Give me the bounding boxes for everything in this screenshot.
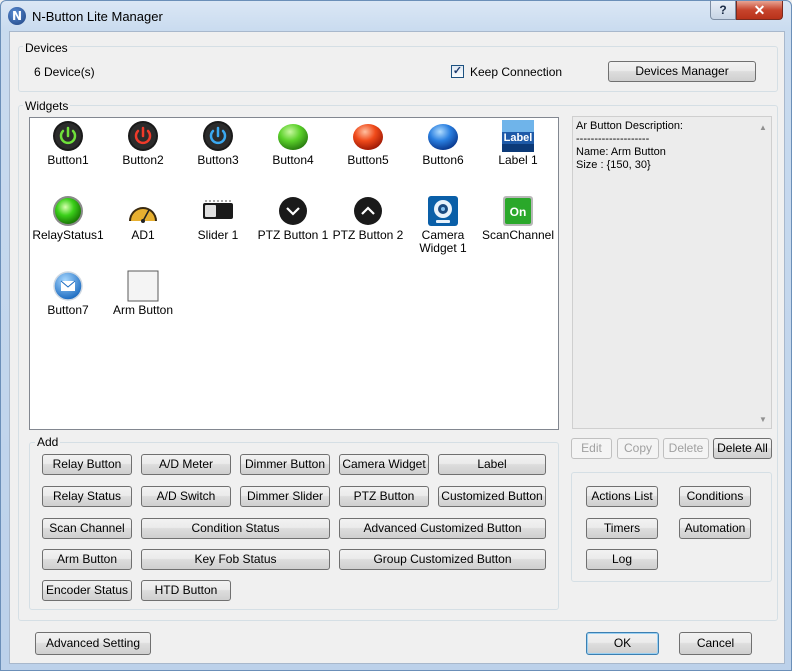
app-logo-icon: N: [8, 7, 26, 25]
add-camera-widget-button[interactable]: Camera Widget: [339, 454, 429, 475]
edit-button[interactable]: Edit: [571, 438, 612, 459]
widget-label: PTZ Button 2: [332, 228, 404, 242]
chevron-down-icon: [279, 197, 307, 225]
help-button[interactable]: ?: [710, 1, 736, 20]
add-ad-meter-button[interactable]: A/D Meter: [141, 454, 231, 475]
webcam-icon: [428, 196, 458, 226]
add-key-fob-status-button[interactable]: Key Fob Status: [141, 549, 330, 570]
device-count: 6 Device(s): [34, 65, 95, 79]
automation-button[interactable]: Automation: [679, 518, 751, 539]
widget-label: PTZ Button 1: [257, 228, 329, 242]
red-orb-icon: [353, 124, 383, 150]
add-dimmer-button[interactable]: Dimmer Button: [240, 454, 330, 475]
widget-label: Button2: [122, 153, 164, 167]
widget-description-panel: Ar Button Description: -----------------…: [572, 116, 772, 429]
add-ptz-button[interactable]: PTZ Button: [339, 486, 429, 507]
copy-button[interactable]: Copy: [617, 438, 659, 459]
gauge-icon: [129, 207, 157, 223]
description-line: --------------------: [576, 133, 650, 145]
add-group-label: Add: [35, 435, 61, 449]
log-button[interactable]: Log: [586, 549, 658, 570]
mail-icon: [53, 271, 83, 301]
cancel-button[interactable]: Cancel: [679, 632, 752, 655]
on-switch-text: On: [510, 205, 527, 219]
actions-list-button[interactable]: Actions List: [586, 486, 658, 507]
close-button[interactable]: ✕: [736, 1, 783, 20]
green-orb-icon: [278, 124, 308, 150]
power-green-icon: [53, 121, 83, 151]
widget-label: Button6: [422, 153, 464, 167]
power-blue-icon: [203, 121, 233, 151]
widgets-group-label: Widgets: [23, 99, 71, 113]
keep-connection-label[interactable]: Keep Connection: [470, 65, 562, 79]
description-scrollbar[interactable]: ▲ ▼: [755, 117, 771, 428]
green-light-icon: [53, 196, 83, 226]
delete-button[interactable]: Delete: [663, 438, 709, 459]
widget-label: ScanChannel: [481, 228, 555, 242]
add-relay-button[interactable]: Relay Button: [42, 454, 132, 475]
add-relay-status-button[interactable]: Relay Status: [42, 486, 132, 507]
devices-manager-button[interactable]: Devices Manager: [608, 61, 756, 82]
slider-icon: [203, 200, 233, 219]
widget-label: AD1: [131, 228, 155, 242]
main-window: N N-Button Lite Manager ? ✕ Devices 6 De…: [0, 0, 792, 671]
widget-label: Button5: [347, 153, 389, 167]
widget-label: Button7: [47, 303, 89, 317]
widget-list[interactable]: Button1 Button2 Button3 Button4 Button5 …: [29, 117, 559, 430]
dialog-client: Devices 6 Device(s) ✓ Keep Connection De…: [9, 31, 785, 664]
label-icon: Label: [502, 120, 534, 152]
widget-label: Button4: [272, 153, 314, 167]
timers-button[interactable]: Timers: [586, 518, 658, 539]
delete-all-button[interactable]: Delete All: [713, 438, 772, 459]
add-ad-switch-button[interactable]: A/D Switch: [141, 486, 231, 507]
blue-orb-icon: [428, 124, 458, 150]
widget-label: Label 1: [498, 153, 538, 167]
conditions-button[interactable]: Conditions: [679, 486, 751, 507]
widget-label: Camera Widget 1: [419, 228, 467, 255]
description-line: Name: Arm Button: [576, 146, 666, 158]
on-switch-icon: On: [503, 196, 533, 226]
widget-label: Button3: [197, 153, 239, 167]
add-customized-button[interactable]: Customized Button: [438, 486, 546, 507]
widget-label: Arm Button: [112, 303, 174, 317]
widget-label: RelayStatus1: [32, 228, 104, 242]
add-dimmer-slider-button[interactable]: Dimmer Slider: [240, 486, 330, 507]
power-red-icon: [128, 121, 158, 151]
chevron-up-icon: [354, 197, 382, 225]
widget-label: Slider 1: [197, 228, 239, 242]
add-condition-status-button[interactable]: Condition Status: [141, 518, 330, 539]
title-bar[interactable]: N N-Button Lite Manager ? ✕: [1, 1, 791, 31]
ok-button[interactable]: OK: [586, 632, 659, 655]
devices-group-label: Devices: [23, 41, 70, 55]
widget-label: Button1: [47, 153, 89, 167]
window-title: N-Button Lite Manager: [32, 9, 163, 24]
add-htd-button[interactable]: HTD Button: [141, 580, 231, 601]
label-icon-text: Label: [504, 132, 533, 144]
add-advanced-customized-button[interactable]: Advanced Customized Button: [339, 518, 546, 539]
blank-button-icon: [127, 270, 159, 302]
add-label-button[interactable]: Label: [438, 454, 546, 475]
description-line: Size : {150, 30}: [576, 159, 651, 171]
scroll-down-icon[interactable]: ▼: [759, 413, 767, 426]
add-arm-button[interactable]: Arm Button: [42, 549, 132, 570]
advanced-setting-button[interactable]: Advanced Setting: [35, 632, 151, 655]
keep-connection-checkbox[interactable]: ✓: [451, 65, 464, 78]
add-scan-channel-button[interactable]: Scan Channel: [42, 518, 132, 539]
add-group-customized-button[interactable]: Group Customized Button: [339, 549, 546, 570]
scroll-up-icon[interactable]: ▲: [759, 121, 767, 134]
add-encoder-status-button[interactable]: Encoder Status: [42, 580, 132, 601]
description-line: Ar Button Description:: [576, 120, 683, 132]
